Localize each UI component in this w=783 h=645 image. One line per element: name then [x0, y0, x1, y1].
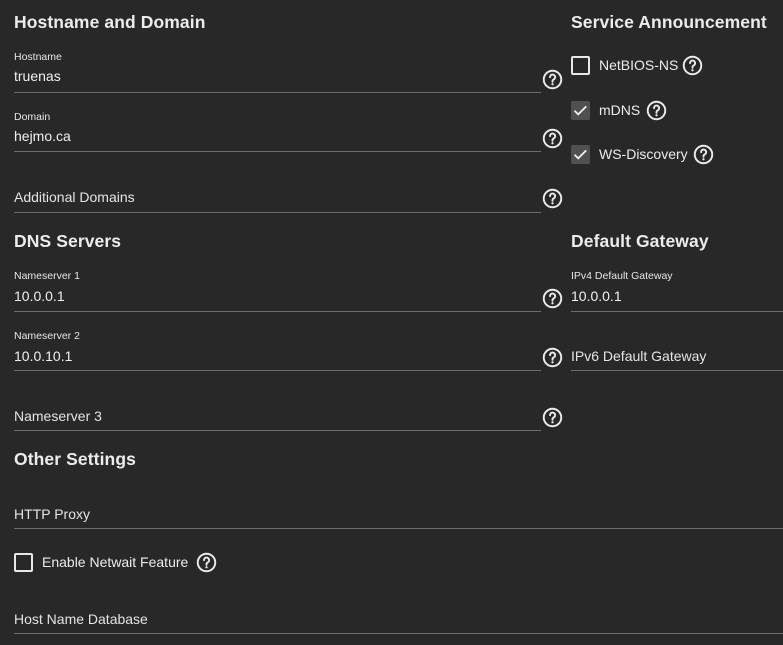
network-global-configuration: Hostname and Domain Hostname truenas Dom… — [0, 0, 783, 645]
dns-servers-title: DNS Servers — [14, 231, 122, 251]
help-circle-icon[interactable] — [542, 188, 563, 209]
nameserver2-underline — [14, 370, 541, 371]
netbios-ns-checkbox[interactable] — [571, 56, 590, 75]
nameserver1-field[interactable]: Nameserver 1 10.0.0.1 — [14, 270, 542, 314]
host-name-database-placeholder[interactable]: Host Name Database — [14, 611, 148, 627]
help-circle-icon[interactable] — [542, 128, 563, 149]
help-circle-icon[interactable] — [542, 288, 563, 309]
nameserver3-field[interactable]: Nameserver 3 — [14, 399, 542, 433]
http-proxy-placeholder[interactable]: HTTP Proxy — [14, 506, 90, 522]
host-name-database-underline — [14, 633, 783, 634]
nameserver2-field[interactable]: Nameserver 2 10.0.10.1 — [14, 330, 542, 374]
nameserver3-underline — [14, 430, 541, 431]
hostname-domain-title: Hostname and Domain — [14, 12, 206, 32]
additional-domains-field[interactable]: Additional Domains — [14, 180, 542, 214]
nameserver3-placeholder[interactable]: Nameserver 3 — [14, 408, 102, 424]
ipv4-gateway-value[interactable]: 10.0.0.1 — [571, 288, 622, 304]
ws-discovery-checkbox[interactable] — [571, 145, 590, 164]
service-announcement-title: Service Announcement — [571, 12, 767, 32]
ipv4-gateway-label: IPv4 Default Gateway — [571, 270, 673, 282]
mdns-checkbox[interactable] — [571, 101, 590, 120]
http-proxy-underline — [14, 528, 783, 529]
help-circle-icon[interactable] — [542, 69, 563, 90]
default-gateway-title: Default Gateway — [571, 231, 709, 251]
domain-underline — [14, 151, 541, 152]
domain-label: Domain — [14, 111, 51, 123]
help-circle-icon[interactable] — [646, 100, 667, 121]
nameserver2-value[interactable]: 10.0.10.1 — [14, 348, 72, 364]
hostname-field[interactable]: Hostname truenas — [14, 50, 542, 94]
netbios-ns-label[interactable]: NetBIOS-NS — [599, 57, 678, 73]
netwait-checkbox[interactable] — [14, 553, 33, 572]
check-icon — [573, 105, 587, 116]
nameserver1-label: Nameserver 1 — [14, 270, 80, 282]
help-circle-icon[interactable] — [542, 407, 563, 428]
ipv6-gateway-field[interactable]: IPv6 Default Gateway — [571, 339, 783, 373]
nameserver2-label: Nameserver 2 — [14, 330, 80, 342]
additional-domains-placeholder[interactable]: Additional Domains — [14, 189, 135, 205]
hostname-underline — [14, 92, 541, 93]
other-settings-title: Other Settings — [14, 449, 136, 469]
help-circle-icon[interactable] — [693, 144, 714, 165]
hostname-value[interactable]: truenas — [14, 68, 61, 84]
ipv4-gateway-field[interactable]: IPv4 Default Gateway 10.0.0.1 — [571, 270, 783, 314]
help-circle-icon[interactable] — [542, 347, 563, 368]
ipv4-gateway-underline — [571, 311, 783, 312]
mdns-label[interactable]: mDNS — [599, 102, 640, 118]
check-icon — [573, 149, 587, 160]
ipv6-gateway-placeholder[interactable]: IPv6 Default Gateway — [571, 348, 706, 364]
ws-discovery-label[interactable]: WS-Discovery — [599, 146, 688, 162]
nameserver1-underline — [14, 311, 541, 312]
nameserver1-value[interactable]: 10.0.0.1 — [14, 288, 65, 304]
host-name-database-field[interactable]: Host Name Database — [14, 602, 783, 636]
domain-value[interactable]: hejmo.ca — [14, 128, 71, 144]
hostname-label: Hostname — [14, 51, 62, 63]
help-circle-icon[interactable] — [682, 55, 703, 76]
help-circle-icon[interactable] — [196, 552, 217, 573]
additional-domains-underline — [14, 212, 541, 213]
http-proxy-field[interactable]: HTTP Proxy — [14, 497, 783, 531]
domain-field[interactable]: Domain hejmo.ca — [14, 110, 542, 154]
netwait-label[interactable]: Enable Netwait Feature — [42, 554, 188, 570]
ipv6-gateway-underline — [571, 370, 783, 371]
